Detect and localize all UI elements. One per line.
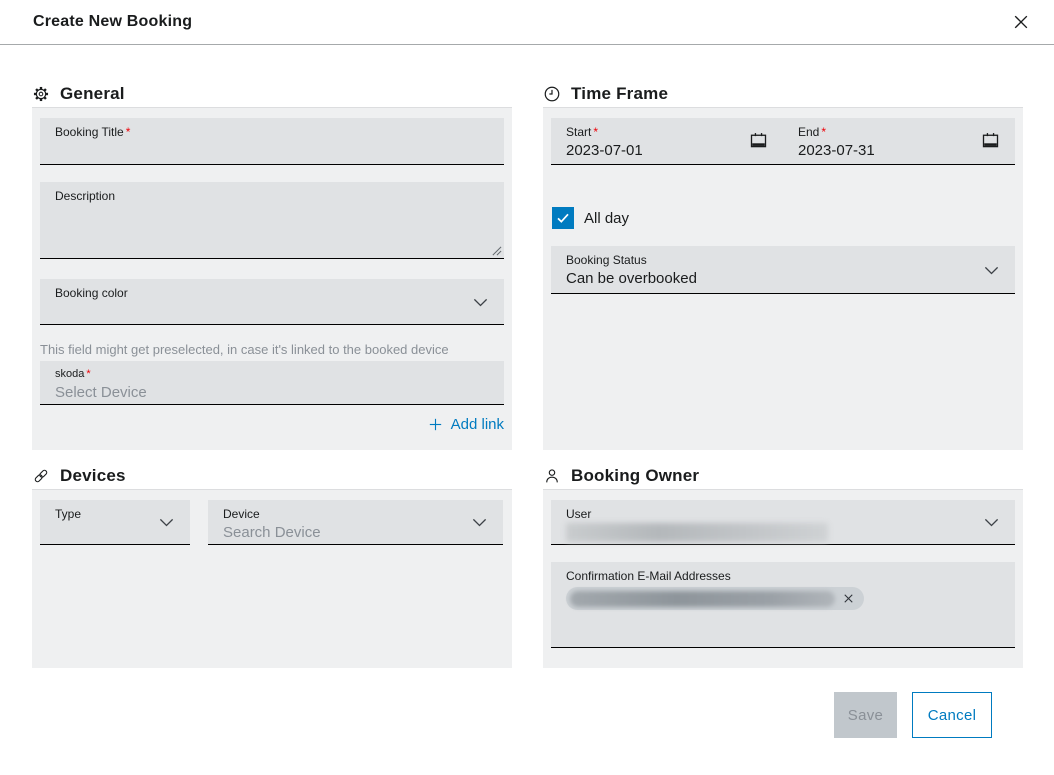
user-dropdown[interactable]: User: [551, 500, 1015, 545]
add-link-label: Add link: [451, 416, 504, 433]
user-label: User: [566, 507, 1000, 521]
clock-icon: [543, 85, 561, 103]
booking-title-field[interactable]: Booking Title*: [40, 118, 504, 165]
description-input[interactable]: [55, 205, 489, 243]
skoda-placeholder: Select Device: [55, 383, 489, 403]
device-label: Device: [223, 507, 488, 521]
chevron-down-icon: [469, 512, 490, 533]
person-icon: [543, 467, 561, 485]
close-button[interactable]: [1009, 10, 1033, 34]
close-icon: [1011, 12, 1031, 32]
section-booking-owner-header: Booking Owner: [543, 462, 1023, 489]
required-asterisk: *: [126, 125, 131, 139]
booking-color-dropdown[interactable]: Booking color: [40, 279, 504, 325]
start-date-field[interactable]: Start* 2023-07-01: [551, 125, 783, 164]
section-time-frame: Time Frame Start* 2023-07-01: [543, 45, 1023, 450]
time-frame-panel: Start* 2023-07-01: [543, 108, 1023, 450]
modal-header: Create New Booking: [0, 0, 1054, 45]
chevron-down-icon: [156, 512, 177, 533]
section-booking-owner: Booking Owner User Confirmation E-Mail A…: [543, 450, 1023, 668]
preselect-helper-text: This field might get preselected, in cas…: [40, 341, 504, 359]
gear-icon: [32, 85, 50, 103]
email-chip-redacted: [570, 591, 835, 607]
required-asterisk: *: [821, 125, 826, 139]
all-day-checkbox[interactable]: [552, 207, 574, 229]
start-label: Start*: [566, 125, 748, 139]
booking-status-label: Booking Status: [566, 253, 1000, 267]
chevron-down-icon: [981, 259, 1002, 280]
general-panel: Booking Title* Description Booking color: [32, 108, 512, 450]
section-devices: Devices Type Device Search D: [32, 450, 512, 668]
booking-status-dropdown[interactable]: Booking Status Can be overbooked: [551, 246, 1015, 294]
check-icon: [555, 210, 571, 226]
booking-title-label: Booking Title*: [55, 125, 489, 139]
calendar-icon[interactable]: [748, 130, 769, 151]
device-search-dropdown[interactable]: Device Search Device: [208, 500, 503, 545]
booking-status-value: Can be overbooked: [566, 269, 1000, 289]
end-date-value: 2023-07-31: [798, 141, 980, 161]
booking-color-label: Booking color: [55, 286, 489, 300]
section-booking-owner-title: Booking Owner: [571, 466, 699, 486]
confirmation-email-label: Confirmation E-Mail Addresses: [566, 569, 1000, 583]
calendar-icon[interactable]: [980, 130, 1001, 151]
plus-icon: [427, 416, 444, 433]
device-search-placeholder: Search Device: [223, 523, 488, 543]
section-general: General Booking Title* Description: [32, 45, 512, 450]
resize-handle-icon[interactable]: [491, 245, 502, 256]
confirmation-email-field[interactable]: Confirmation E-Mail Addresses: [551, 562, 1015, 648]
section-time-frame-title: Time Frame: [571, 84, 668, 104]
skoda-device-field[interactable]: skoda* Select Device: [40, 361, 504, 405]
section-devices-title: Devices: [60, 466, 126, 486]
x-icon[interactable]: [841, 591, 856, 606]
user-value-redacted: [566, 523, 828, 542]
all-day-label[interactable]: All day: [584, 210, 629, 227]
section-devices-header: Devices: [32, 462, 512, 489]
start-date-value: 2023-07-01: [566, 141, 748, 161]
device-type-dropdown[interactable]: Type: [40, 500, 190, 545]
save-button[interactable]: Save: [834, 692, 897, 738]
section-general-header: General: [32, 80, 512, 107]
email-chip: [566, 587, 864, 610]
chevron-down-icon: [981, 512, 1002, 533]
end-label: End*: [798, 125, 980, 139]
date-range-field: Start* 2023-07-01: [551, 118, 1015, 165]
booking-owner-panel: User Confirmation E-Mail Addresses: [543, 490, 1023, 668]
link-icon: [32, 467, 50, 485]
chevron-down-icon: [470, 291, 491, 312]
description-label: Description: [55, 189, 489, 203]
booking-title-input[interactable]: [55, 141, 489, 158]
cancel-button[interactable]: Cancel: [912, 692, 992, 738]
required-asterisk: *: [593, 125, 598, 139]
add-link-button[interactable]: Add link: [427, 416, 504, 433]
required-asterisk: *: [86, 368, 90, 380]
devices-panel: Type Device Search Device: [32, 490, 512, 668]
all-day-row: All day: [552, 207, 1015, 229]
footer-actions: Save Cancel: [32, 692, 1023, 738]
skoda-label: skoda*: [55, 368, 489, 381]
end-date-field[interactable]: End* 2023-07-31: [783, 125, 1015, 164]
page-title: Create New Booking: [33, 13, 192, 31]
section-time-frame-header: Time Frame: [543, 80, 1023, 107]
section-general-title: General: [60, 84, 125, 104]
description-field[interactable]: Description: [40, 182, 504, 259]
